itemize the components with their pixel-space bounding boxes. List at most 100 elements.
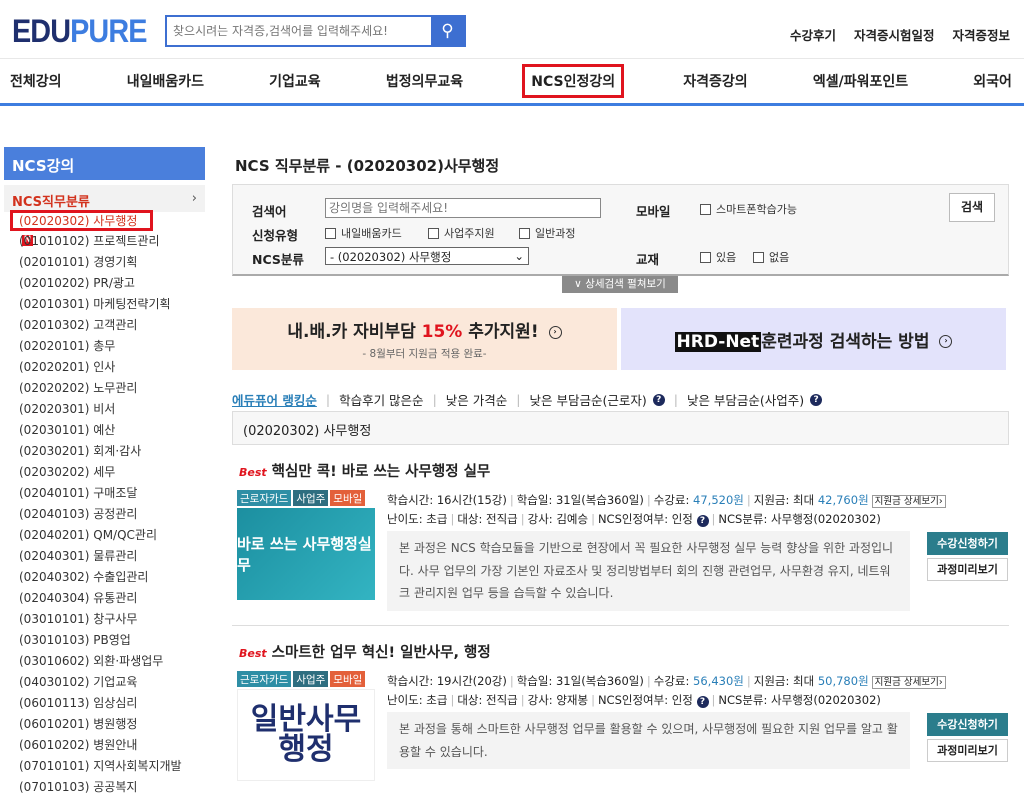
course-info-1: 학습시간: 19시간(20강) | 학습일: 31일(복습360일) | 수강료: 56…: [387, 673, 946, 689]
fee: 47,520원: [693, 493, 744, 507]
nav-corporate[interactable]: 기업교육: [263, 67, 327, 95]
sidebar-item[interactable]: (02010301) 마케팅전략기획: [10, 294, 205, 315]
sidebar-list: (02020302) 사무행정N (01010102) 프로젝트관리 (020101…: [10, 210, 205, 798]
checkbox-label: 스마트폰학습가능: [716, 203, 797, 216]
sidebar-item[interactable]: (02040302) 수출입관리: [10, 567, 205, 588]
course-title[interactable]: Best 핵심만 콕! 바로 쓰는 사무행정 실무: [239, 460, 490, 481]
sidebar-item[interactable]: (07010101) 지역사회복지개발: [10, 756, 205, 777]
preview-button[interactable]: 과정미리보기: [927, 739, 1008, 762]
sidebar-item[interactable]: (03010103) PB영업: [10, 630, 205, 651]
type-general-checkbox[interactable]: 일반과정: [519, 225, 575, 241]
sidebar-item[interactable]: (02030202) 세무: [10, 462, 205, 483]
nav-language[interactable]: 외국어: [967, 67, 1018, 95]
badge-employer: 사업주: [293, 490, 329, 506]
logo[interactable]: EDUPURE: [12, 13, 147, 50]
nav-office[interactable]: 엑셀/파워포인트: [807, 67, 914, 95]
help-icon[interactable]: ?: [810, 393, 823, 406]
mobile-checkbox[interactable]: 스마트폰학습가능: [700, 201, 797, 217]
sidebar-item-label: (04030102) 기업교육: [19, 675, 138, 689]
sidebar-item[interactable]: (07010103) 공공복지: [10, 777, 205, 798]
hrd-net-banner[interactable]: HRD-Net 훈련과정 검색하는 방법 ›: [621, 308, 1006, 370]
banner-text: 내.배.카 자비부담 15% 추가지원! ›: [287, 317, 562, 342]
type-employer-checkbox[interactable]: 사업주지원: [428, 225, 495, 241]
sidebar-item[interactable]: (06010113) 임상심리: [10, 693, 205, 714]
best-badge: Best: [239, 647, 267, 660]
sidebar-item-label: (02040101) 구매조달: [19, 486, 138, 500]
filter-search-button[interactable]: 검색: [949, 193, 995, 222]
sidebar-item[interactable]: (02010101) 경영기획: [10, 252, 205, 273]
sidebar-item-label: (02030101) 예산: [19, 423, 116, 437]
sort-price[interactable]: 낮은 가격순: [446, 390, 507, 409]
ncs-label: NCS분류: [252, 252, 304, 267]
sort-options: 에듀퓨어 랭킹순 | 학습후기 많은순 | 낮은 가격순 | 낮은 부담금순(근로자)…: [232, 390, 823, 409]
ncs-select[interactable]: - (02020302) 사무행정 ⌄: [325, 247, 529, 265]
card-support-banner[interactable]: 내.배.카 자비부담 15% 추가지원! › - 8월부터 지원금 적용 완료-: [232, 308, 617, 370]
nav-legal[interactable]: 법정의무교육: [380, 67, 469, 95]
site-search-input[interactable]: [167, 17, 431, 45]
nav-all[interactable]: 전체강의: [4, 67, 68, 95]
link-reviews[interactable]: 수강후기: [790, 25, 836, 44]
help-icon[interactable]: ?: [696, 696, 709, 708]
sidebar-item[interactable]: (03010101) 창구사무: [10, 609, 205, 630]
keyword-label: 검색어: [252, 204, 287, 219]
book-no-checkbox[interactable]: 없음: [753, 249, 789, 265]
nav-card[interactable]: 내일배움카드: [121, 67, 210, 95]
course-item: Best 핵심만 콕! 바로 쓰는 사무행정 실무 근로자카드 사업주 모바일 바로 …: [232, 460, 1009, 611]
help-icon[interactable]: ?: [696, 515, 709, 527]
apply-button[interactable]: 수강신청하기: [927, 532, 1008, 555]
course-badges: 근로자카드 사업주 모바일: [237, 490, 366, 506]
sidebar-item[interactable]: (02040201) QM/QC관리: [10, 525, 205, 546]
checkbox-label: 없음: [769, 251, 790, 264]
preview-button[interactable]: 과정미리보기: [927, 558, 1008, 581]
sidebar-item[interactable]: (02030101) 예산: [10, 420, 205, 441]
arrow-circle-icon: ›: [548, 325, 562, 339]
sort-ranking[interactable]: 에듀퓨어 랭킹순: [232, 390, 317, 409]
type-card-checkbox[interactable]: 내일배움카드: [325, 225, 402, 241]
sidebar-item[interactable]: (02040103) 공정관리: [10, 504, 205, 525]
search-filter-box: 검색어 신청유형 내일배움카드 사업주지원 일반과정 NCS분류 - (0202…: [232, 184, 1009, 276]
sidebar-item[interactable]: (06010202) 병원안내: [10, 735, 205, 756]
sort-reviews[interactable]: 학습후기 많은순: [339, 390, 423, 409]
link-exam-schedule[interactable]: 자격증시험일정: [854, 25, 935, 44]
sidebar-item[interactable]: (02020301) 비서: [10, 399, 205, 420]
divider: [232, 625, 1009, 626]
support-detail-link[interactable]: 지원금 상세보기›: [871, 676, 946, 689]
sidebar-item[interactable]: (01010102) 프로젝트관리: [10, 231, 205, 252]
help-icon[interactable]: ?: [652, 393, 665, 406]
sidebar-item-label: (06010113) 임상심리: [19, 696, 138, 710]
sidebar-item-label: (07010101) 지역사회복지개발: [19, 759, 182, 773]
sidebar-item[interactable]: (02030201) 회계·감사: [10, 441, 205, 462]
sidebar-item[interactable]: (02020101) 총무: [10, 336, 205, 357]
sidebar-item[interactable]: (02020202) 노무관리: [10, 378, 205, 399]
course-thumbnail[interactable]: 바로 쓰는 사무행정실무: [237, 508, 375, 600]
sort-worker-cost[interactable]: 낮은 부담금순(근로자): [529, 390, 646, 409]
sidebar-item-label: (02020301) 비서: [19, 402, 116, 416]
sidebar-item[interactable]: (06010201) 병원행정: [10, 714, 205, 735]
nav-ncs[interactable]: NCS인정강의: [522, 64, 625, 98]
main-nav: 전체강의 내일배움카드 기업교육 법정의무교육 NCS인정강의 자격증강의 엑셀…: [0, 58, 1024, 106]
link-cert-info[interactable]: 자격증정보: [952, 25, 1010, 44]
search-icon: ⚲: [441, 21, 454, 40]
sidebar-item[interactable]: (02020302) 사무행정N: [10, 210, 153, 246]
fee: 56,430원: [693, 674, 744, 688]
book-yes-checkbox[interactable]: 있음: [700, 249, 736, 265]
sort-employer-cost[interactable]: 낮은 부담금순(사업주): [687, 390, 804, 409]
nav-cert[interactable]: 자격증강의: [677, 67, 753, 95]
sidebar-item[interactable]: (02020201) 인사: [10, 357, 205, 378]
sidebar-item[interactable]: (02040301) 물류관리: [10, 546, 205, 567]
support-detail-link[interactable]: 지원금 상세보기›: [871, 495, 946, 508]
apply-button[interactable]: 수강신청하기: [927, 713, 1008, 736]
sidebar-item[interactable]: (02040304) 유통관리: [10, 588, 205, 609]
expand-filter-button[interactable]: ∨ 상세검색 펼쳐보기: [562, 276, 678, 293]
course-thumbnail[interactable]: 일반사무 행정: [237, 689, 375, 781]
checkbox-label: 사업주지원: [444, 227, 495, 240]
sidebar-item[interactable]: (04030102) 기업교육: [10, 672, 205, 693]
course-title[interactable]: Best 스마트한 업무 혁신! 일반사무, 행정: [239, 641, 491, 662]
search-button[interactable]: ⚲: [431, 17, 464, 45]
sidebar-category[interactable]: NCS직무분류 ›: [4, 185, 205, 212]
sidebar-item[interactable]: (02010302) 고객관리: [10, 315, 205, 336]
sidebar-item[interactable]: (03010602) 외환·파생업무: [10, 651, 205, 672]
keyword-input[interactable]: [325, 198, 601, 218]
sidebar-item[interactable]: (02040101) 구매조달: [10, 483, 205, 504]
sidebar-item[interactable]: (02010202) PR/광고: [10, 273, 205, 294]
